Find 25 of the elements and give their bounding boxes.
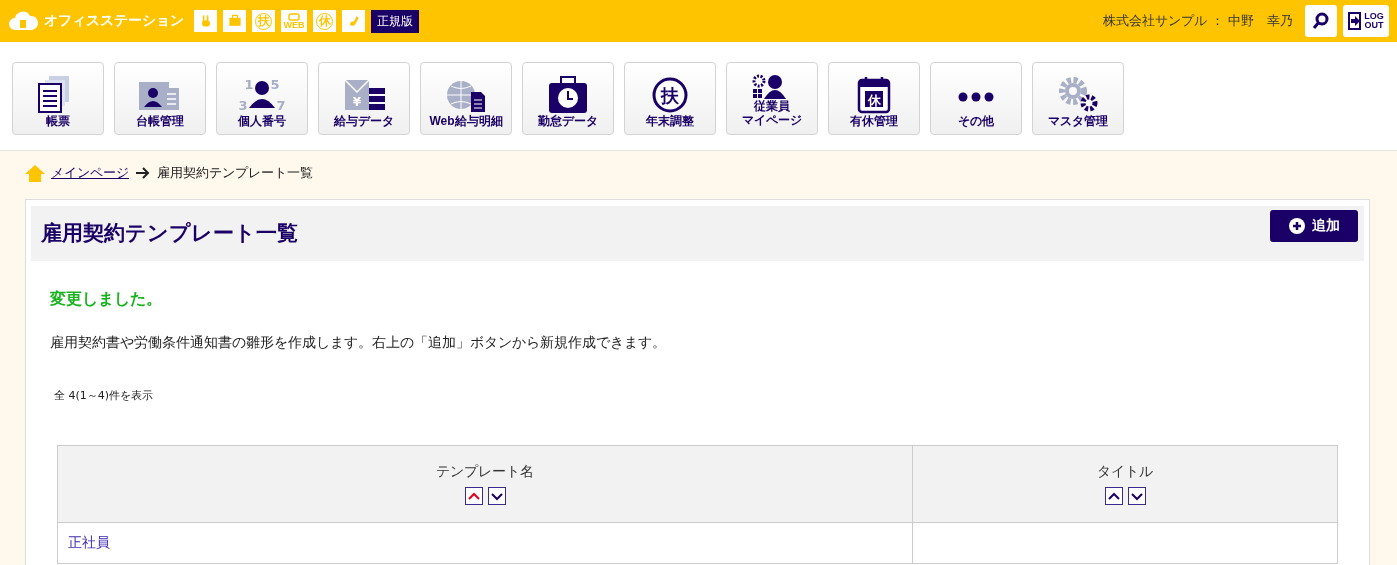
result-count: 全 4(1～4)件を表示	[54, 388, 155, 403]
app-name: オフィスステーション	[44, 12, 184, 30]
nav-menu-button[interactable]: 台帳管理	[114, 62, 206, 135]
nav-menu-button[interactable]: 勤怠データ	[522, 62, 614, 135]
description-text: 雇用契約書や労働条件通知書の雛形を作成します。右上の「追加」ボタンから新規作成できます。	[50, 334, 667, 352]
template-link[interactable]: 正社員	[68, 534, 110, 550]
nav-menu-button[interactable]: 扶 年末調整	[624, 62, 716, 135]
nav-menu-button[interactable]: Web給与明細	[420, 62, 512, 135]
nav-menu-button[interactable]: 帳票	[12, 62, 104, 135]
add-button[interactable]: 追加	[1270, 210, 1358, 242]
column-header: テンプレート名	[57, 445, 913, 523]
nav-menu-button[interactable]: 従業員 マイページ	[726, 62, 818, 135]
logout-button[interactable]: LOG OUT	[1343, 5, 1389, 37]
page-title: 雇用契約テンプレート一覧	[41, 220, 298, 247]
nav-menu-button[interactable]: その他	[930, 62, 1022, 135]
success-message: 変更しました。	[50, 289, 163, 310]
nav-menu-button[interactable]: マスタ管理	[1032, 62, 1124, 135]
edition-badge: 正規版	[371, 9, 419, 33]
nav-menu-button[interactable]: 休 有休管理	[828, 62, 920, 135]
column-header: タイトル	[912, 445, 1338, 523]
nav-menu-button[interactable]: ¥ 給与データ	[318, 62, 410, 135]
breadcrumb-link[interactable]: メインページ	[51, 164, 129, 182]
breadcrumb-current: 雇用契約テンプレート一覧	[157, 164, 313, 182]
nav-menu-button[interactable]: 1 5 3 7 個人番号	[216, 62, 308, 135]
user-name: 株式会社サンプル ： 中野 幸乃	[1102, 12, 1293, 30]
